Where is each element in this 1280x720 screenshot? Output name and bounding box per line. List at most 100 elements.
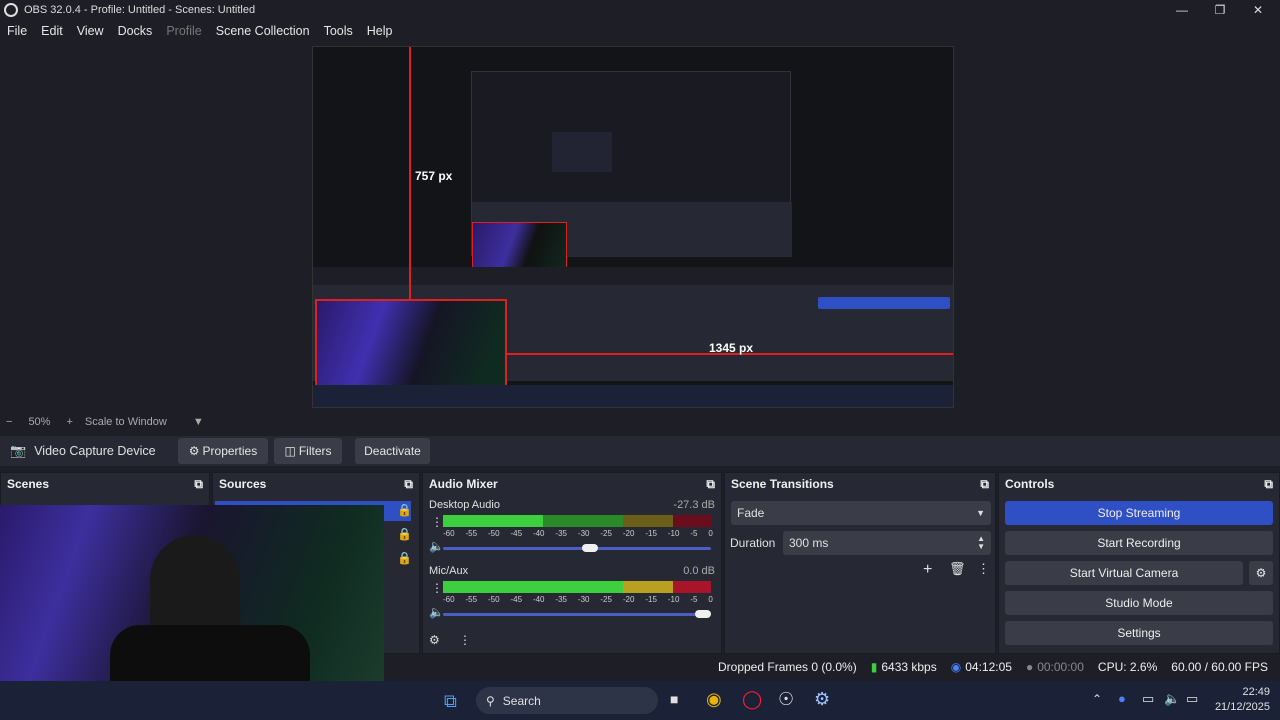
lock-icon[interactable]: 🔒 <box>397 503 412 517</box>
dropped-frames: Dropped Frames 0 (0.0%) <box>718 660 857 674</box>
nested-preview-inner <box>552 132 612 172</box>
stream-time: 04:12:05 <box>965 660 1012 674</box>
chevron-down-icon[interactable]: ▼ <box>193 416 204 428</box>
track-name: Desktop Audio <box>429 499 500 511</box>
windows-start-icon[interactable]: ⧉ <box>444 691 457 712</box>
volume-icon[interactable]: 🔈 <box>1164 691 1180 707</box>
add-icon[interactable]: + <box>923 561 932 579</box>
menu-bar: File Edit View Docks Profile Scene Colle… <box>0 20 1280 42</box>
bitrate: 6433 kbps <box>881 660 937 674</box>
title-bar: OBS 32.0.4 - Profile: Untitled - Scenes:… <box>0 0 1280 20</box>
nested-stop-streaming <box>818 297 950 309</box>
stepper-arrows-icon[interactable]: ▲ ▼ <box>977 535 985 551</box>
scenes-title: Scenes <box>7 477 50 491</box>
chevron-up-icon[interactable]: ⌃ <box>1092 692 1102 706</box>
gear-icon: ⚙ <box>188 444 200 458</box>
scene-transitions-dock: Scene Transitions ⧉ Fade ▼ Duration 300 … <box>724 472 996 654</box>
menu-view[interactable]: View <box>77 24 104 38</box>
track-db: -27.3 dB <box>673 499 715 511</box>
scenes-header: Scenes ⧉ <box>1 473 209 495</box>
filters-button[interactable]: ◫ Filters <box>274 438 342 464</box>
camera-icon: 📷 <box>10 443 27 458</box>
deactivate-button[interactable]: Deactivate <box>355 438 430 464</box>
clock-date: 21/12/2025 <box>1214 701 1270 713</box>
preview-canvas[interactable]: 757 px 1345 px <box>312 46 954 408</box>
record-icon: ● <box>1025 660 1034 674</box>
chevron-down-icon: ▼ <box>976 508 985 518</box>
taskbar-search[interactable]: ⚲ Search <box>476 687 658 714</box>
signal-icon: ▮ <box>870 660 878 674</box>
duration-label: Duration <box>730 536 776 550</box>
undock-icon[interactable]: ⧉ <box>194 477 203 492</box>
trash-icon[interactable]: 🗑 <box>949 561 966 577</box>
restore-icon[interactable]: ❐ <box>1200 0 1240 20</box>
menu-scene-collection[interactable]: Scene Collection <box>216 24 310 38</box>
lock-icon[interactable]: 🔒 <box>397 527 412 541</box>
meter-ticks: -60 -55 -50 -45 -40 -35 -30 -25 -20 -15 -10 -5 0 <box>443 595 713 604</box>
properties-button[interactable]: ⚙ Properties <box>178 438 268 464</box>
track-menu-icon[interactable]: ⋮ <box>431 515 443 529</box>
obs-taskbar-icon[interactable]: ☉ <box>778 689 794 710</box>
volume-knob[interactable] <box>581 544 598 552</box>
opera-icon[interactable]: ◯ <box>742 689 762 710</box>
nested-taskbar <box>313 385 953 407</box>
search-placeholder: Search <box>502 693 541 708</box>
volume-knob[interactable] <box>695 610 711 618</box>
menu-docks[interactable]: Docks <box>118 24 153 38</box>
start-virtual-camera-button[interactable]: Start Virtual Camera <box>1005 561 1243 585</box>
speaker-icon[interactable]: 🔈 <box>429 539 444 553</box>
start-recording-button[interactable]: Start Recording <box>1005 531 1273 555</box>
menu-profile[interactable]: Profile <box>166 24 201 38</box>
transition-select[interactable]: Fade ▼ <box>731 501 991 525</box>
audio-mixer-title: Audio Mixer <box>429 477 498 491</box>
minimize-icon[interactable]: — <box>1162 0 1202 20</box>
zoom-out-button[interactable]: − <box>6 416 12 428</box>
stream-icon: ◉ <box>950 660 962 674</box>
menu-tools[interactable]: Tools <box>324 24 353 38</box>
network-icon[interactable]: ▭ <box>1142 691 1154 707</box>
close-icon[interactable]: ✕ <box>1238 0 1278 20</box>
clock-time: 22:49 <box>1242 686 1270 698</box>
more-options-icon[interactable]: ⋮ <box>977 561 990 577</box>
steam-icon[interactable]: ⚙ <box>814 689 830 710</box>
mic-volume-slider[interactable] <box>443 610 711 618</box>
filter-icon: ◫ <box>284 444 296 458</box>
track-db: 0.0 dB <box>683 565 715 577</box>
microphone-icon[interactable]: ● <box>1118 691 1126 706</box>
more-options-icon[interactable]: ⋮ <box>459 633 471 647</box>
audio-mixer-header: Audio Mixer ⧉ <box>423 473 721 495</box>
sources-title: Sources <box>219 477 267 491</box>
zoom-mode[interactable]: Scale to Window <box>85 416 167 428</box>
virtual-camera-settings-icon[interactable]: ⚙ <box>1249 561 1273 585</box>
obs-logo-icon <box>4 3 18 17</box>
zoom-bar: − 50% + Scale to Window ▼ <box>0 412 1280 432</box>
track-menu-icon[interactable]: ⋮ <box>431 581 443 595</box>
duration-stepper[interactable]: 300 ms ▲ ▼ <box>783 531 991 555</box>
menu-file[interactable]: File <box>7 24 27 38</box>
duration-value: 300 ms <box>789 536 829 550</box>
taskbar-clock[interactable]: 22:49 21/12/2025 <box>1210 685 1270 715</box>
studio-mode-button[interactable]: Studio Mode <box>1005 591 1273 615</box>
battery-icon[interactable]: ▭ <box>1186 691 1198 707</box>
menu-help[interactable]: Help <box>367 24 393 38</box>
stop-streaming-button[interactable]: Stop Streaming <box>1005 501 1273 525</box>
task-view-icon[interactable]: ■ <box>670 691 678 707</box>
undock-icon[interactable]: ⧉ <box>1264 477 1273 492</box>
chrome-icon[interactable]: ◉ <box>706 689 722 710</box>
sources-header: Sources ⧉ <box>213 473 419 495</box>
scene-transitions-title: Scene Transitions <box>731 477 834 491</box>
menu-edit[interactable]: Edit <box>41 24 63 38</box>
zoom-in-button[interactable]: + <box>66 416 72 428</box>
undock-icon[interactable]: ⧉ <box>980 477 989 492</box>
gear-icon[interactable]: ⚙ <box>429 633 440 647</box>
cpu-usage: CPU: 2.6% <box>1097 660 1158 674</box>
settings-button[interactable]: Settings <box>1005 621 1273 645</box>
controls-title: Controls <box>1005 477 1055 491</box>
lock-icon[interactable]: 🔒 <box>397 551 412 565</box>
undock-icon[interactable]: ⧉ <box>706 477 715 492</box>
speaker-icon[interactable]: 🔈 <box>429 605 444 619</box>
scene-transitions-header: Scene Transitions ⧉ <box>725 473 995 495</box>
undock-icon[interactable]: ⧉ <box>404 477 413 492</box>
desktop-audio-volume-slider[interactable] <box>443 544 711 552</box>
record-time: 00:00:00 <box>1037 660 1084 674</box>
